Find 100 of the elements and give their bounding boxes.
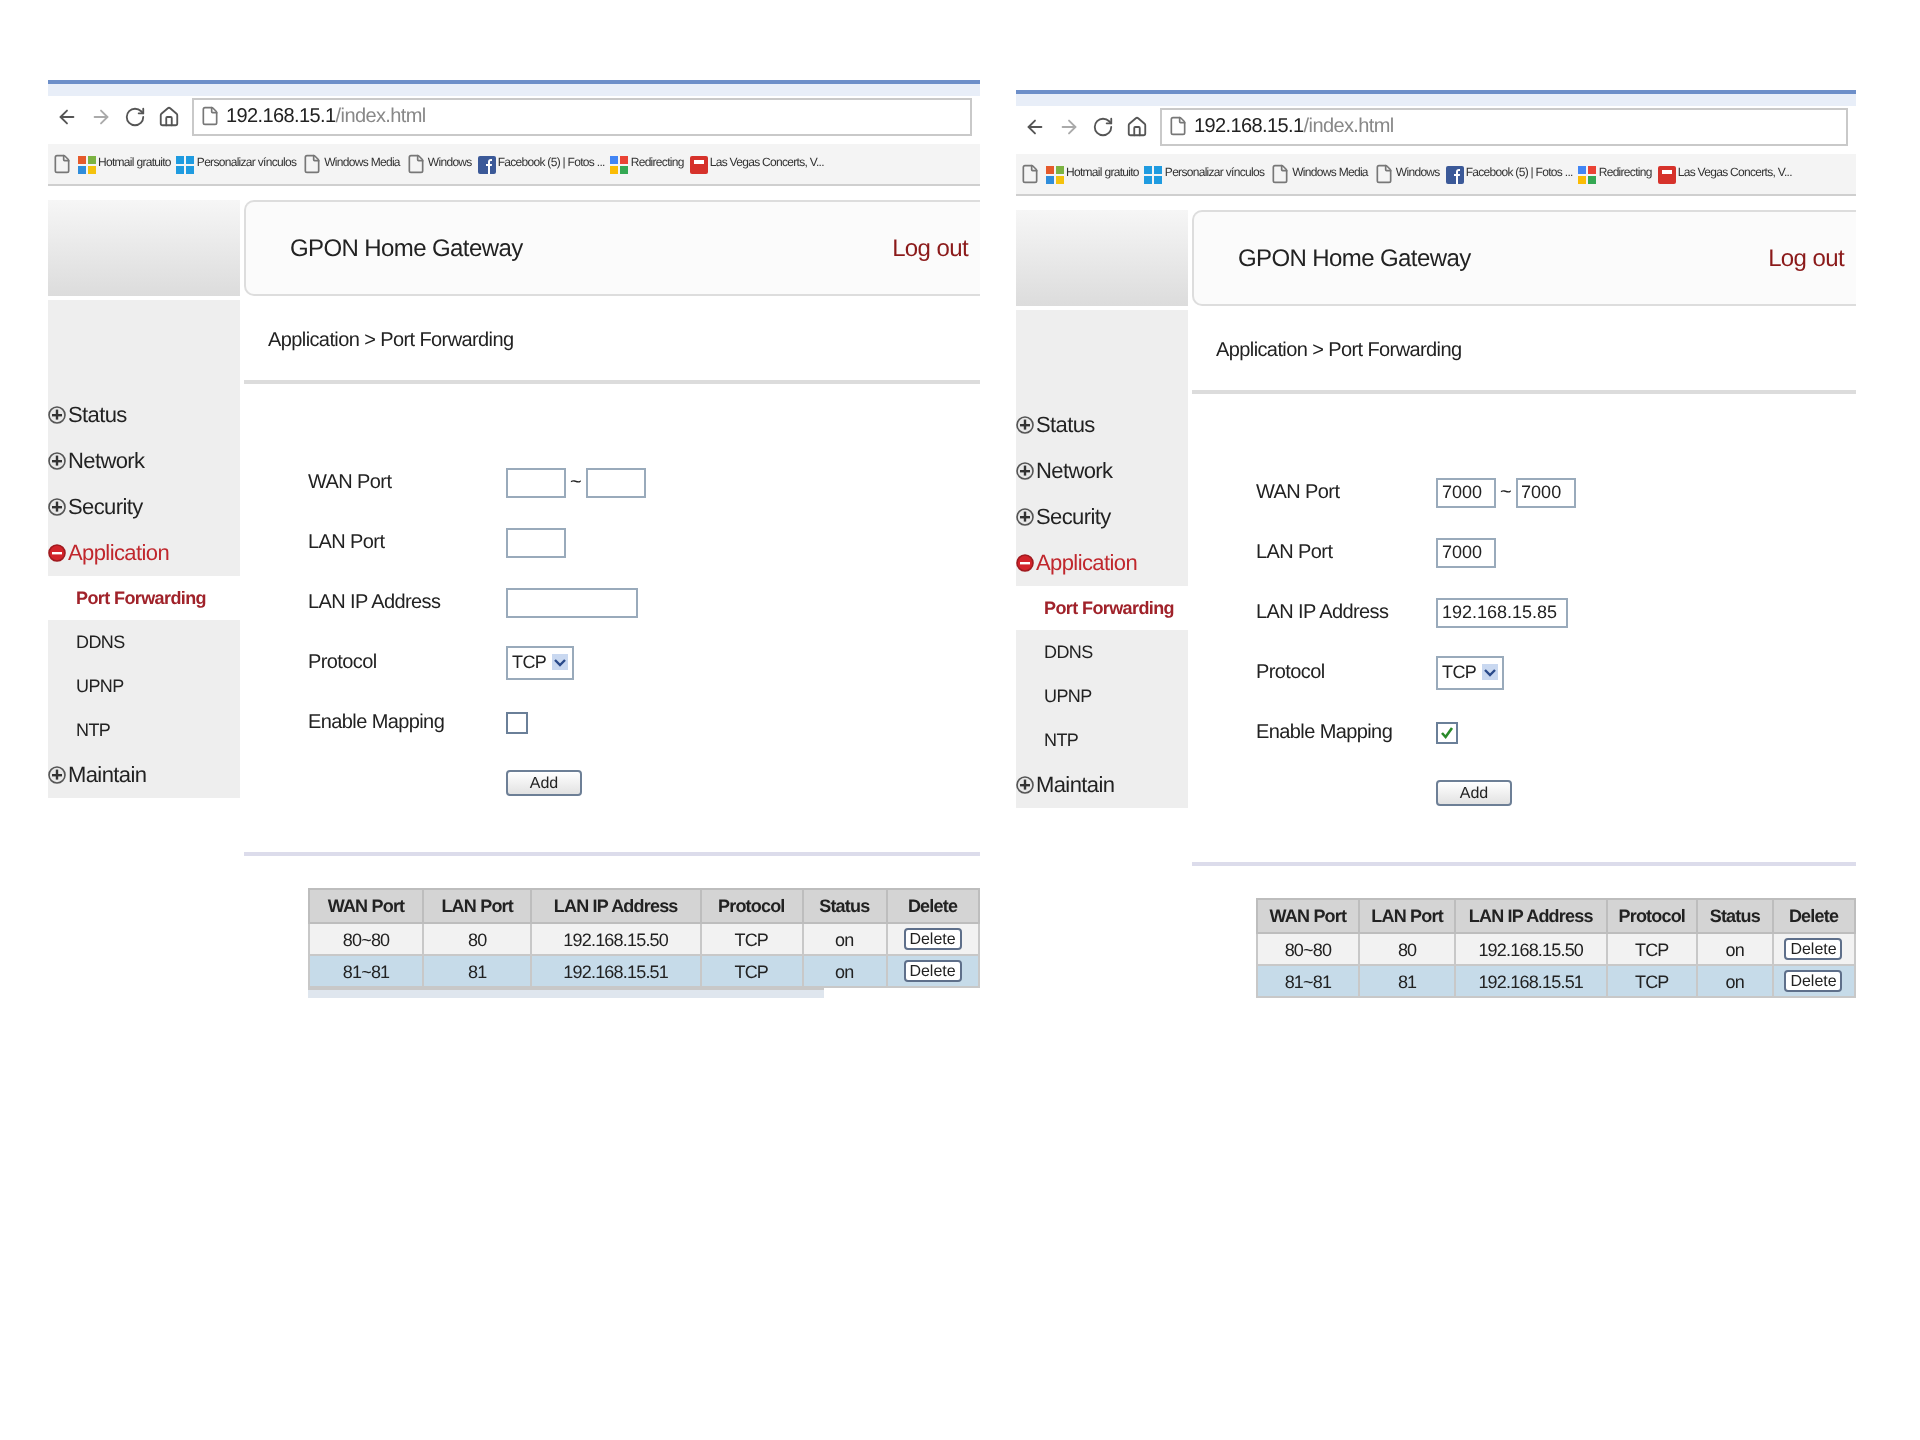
color-squares-icon	[1578, 165, 1597, 183]
column-header: Status	[1697, 899, 1773, 933]
page-icon	[52, 154, 72, 174]
field-label: Enable Mapping	[308, 711, 447, 733]
delete-button[interactable]: Delete	[903, 960, 962, 982]
forward-arrow-icon[interactable]	[90, 105, 112, 127]
windows-flag-icon	[78, 155, 96, 173]
field-label: LAN Port	[1256, 541, 1335, 563]
sidebar-item[interactable]: Security	[48, 484, 240, 530]
wan-port-from-field[interactable]: 7000	[1436, 477, 1496, 507]
page-icon	[200, 106, 220, 126]
logout-link[interactable]: Log out	[892, 234, 968, 262]
bookmark-logo-icon	[689, 155, 708, 173]
sidebar-subitem[interactable]: DDNS	[48, 620, 240, 664]
page-icon	[1373, 164, 1394, 184]
forward-arrow-icon[interactable]	[1058, 115, 1080, 137]
wan-port-to-field[interactable]	[585, 467, 646, 497]
sidebar-subitem[interactable]: UPNP	[48, 664, 240, 708]
address-bar[interactable]: 192.168.15.1/index.html	[1160, 107, 1848, 145]
delete-button[interactable]: Delete	[1784, 938, 1843, 960]
lan-port-field[interactable]	[506, 527, 566, 557]
mapping-checkbox[interactable]	[1436, 721, 1458, 743]
bookmark-logo-icon	[1657, 165, 1676, 183]
range-separator: ~	[570, 471, 582, 493]
protocol-dropdown[interactable]: TCP	[1436, 655, 1505, 689]
column-header: WAN Port	[309, 889, 424, 923]
sidebar-subitem[interactable]: NTP	[48, 708, 240, 752]
table-cell: on	[802, 955, 887, 987]
reload-icon[interactable]	[124, 105, 146, 127]
column-header: WAN Port	[1257, 899, 1359, 933]
field-label: LAN Port	[308, 531, 387, 553]
mapping-checkbox[interactable]	[506, 711, 528, 733]
field-label: Protocol	[308, 651, 379, 673]
sidebar-subitem[interactable]: DDNS	[1016, 630, 1188, 674]
sidebar-item[interactable]: Network	[48, 438, 240, 484]
sidebar-item[interactable]: Security	[1016, 494, 1188, 540]
wan-port-to-field[interactable]: 7000	[1515, 477, 1576, 507]
home-icon[interactable]	[1126, 115, 1148, 137]
lan-port-field[interactable]: 7000	[1436, 537, 1496, 567]
page-icon	[405, 154, 426, 174]
logout-link[interactable]: Log out	[1768, 244, 1844, 272]
delete-button[interactable]: Delete	[1784, 970, 1843, 992]
field-label: LAN IP Address	[1256, 601, 1391, 623]
protocol-dropdown[interactable]: TCP	[506, 645, 575, 679]
page-icon	[1168, 116, 1188, 136]
table-cell: 192.168.15.51	[1455, 965, 1607, 997]
sidebar-item[interactable]: Maintain	[1016, 762, 1188, 808]
sidebar-item[interactable]: Application	[48, 530, 240, 576]
windows-flag-icon	[1046, 165, 1064, 183]
column-header: Delete	[1772, 899, 1855, 933]
add-button[interactable]: Add	[1436, 779, 1512, 805]
bookmark-page-icon[interactable]	[52, 154, 72, 174]
field-label: Protocol	[1256, 661, 1327, 683]
column-header: LAN Port	[1358, 899, 1456, 933]
ip-address-field[interactable]: 192.168.15.85	[1436, 597, 1568, 627]
sidebar-subitem[interactable]: NTP	[1016, 718, 1188, 762]
page-icon	[1270, 164, 1291, 184]
sidebar-item[interactable]: Status	[1016, 402, 1188, 448]
column-header: Status	[802, 889, 887, 923]
page-icon	[1020, 164, 1040, 184]
column-header: LAN IP Address	[531, 889, 701, 923]
facebook-f-icon	[1445, 165, 1464, 183]
bookmark-page-icon[interactable]	[1020, 164, 1040, 184]
field-label: Enable Mapping	[1256, 721, 1395, 743]
table-cell: TCP	[1606, 965, 1698, 997]
ip-address-field[interactable]	[506, 587, 638, 617]
sidebar-subitem[interactable]: Port Forwarding	[1016, 586, 1188, 630]
delete-button[interactable]: Delete	[903, 928, 962, 950]
url-text: 192.168.15.1/index.html	[1194, 115, 1394, 137]
sidebar-item[interactable]: Application	[1016, 540, 1188, 586]
back-arrow-icon[interactable]	[1024, 115, 1046, 137]
field-label: LAN IP Address	[308, 591, 443, 613]
reload-icon[interactable]	[1092, 115, 1114, 137]
column-header: Delete	[886, 889, 979, 923]
back-arrow-icon[interactable]	[56, 105, 78, 127]
table-cell: 81	[1358, 965, 1456, 997]
wan-port-from-field[interactable]	[506, 467, 566, 497]
column-header: LAN Port	[423, 889, 532, 923]
breadcrumb: Application > Port Forwarding	[1192, 310, 1856, 394]
tiles-icon	[176, 155, 195, 173]
add-button[interactable]: Add	[506, 769, 582, 795]
field-label: WAN Port	[308, 471, 394, 493]
table-cell: on	[1697, 965, 1773, 997]
breadcrumb: Application > Port Forwarding	[244, 300, 980, 384]
gateway-title: GPON Home Gateway	[290, 234, 523, 262]
page-icon	[302, 154, 323, 174]
sidebar-item[interactable]: Status	[48, 392, 240, 438]
chevron-down-icon	[1482, 664, 1499, 680]
sidebar-subitem[interactable]: Port Forwarding	[48, 576, 240, 620]
address-bar[interactable]: 192.168.15.1/index.html	[192, 97, 972, 135]
sidebar-subitem[interactable]: UPNP	[1016, 674, 1188, 718]
home-icon[interactable]	[158, 105, 180, 127]
column-header: LAN IP Address	[1455, 899, 1607, 933]
tiles-icon	[1144, 165, 1163, 183]
gateway-title: GPON Home Gateway	[1238, 244, 1471, 272]
chevron-down-icon	[552, 654, 569, 670]
sidebar-item[interactable]: Network	[1016, 448, 1188, 494]
sidebar-item[interactable]: Maintain	[48, 752, 240, 798]
column-header: Protocol	[700, 889, 803, 923]
color-squares-icon	[610, 155, 629, 173]
